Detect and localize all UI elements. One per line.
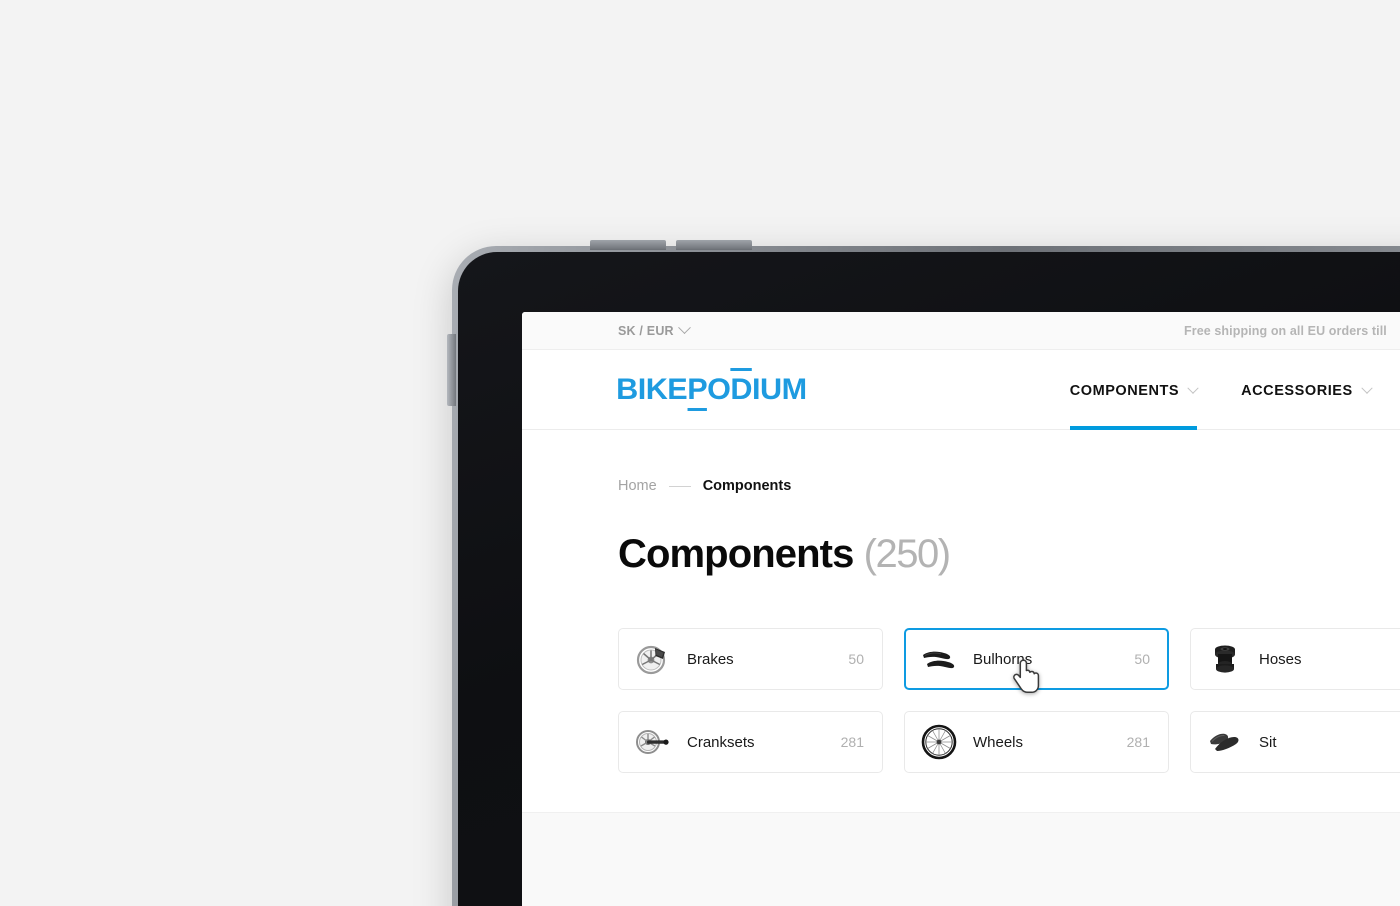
volume-down-button[interactable] [676,240,752,250]
nav-item-accessories[interactable]: ACCESSORIES [1241,350,1373,429]
breadcrumb: Home Components [618,478,1400,494]
logo-part-d: D [730,367,753,406]
category-card-hoses[interactable]: Hoses [1190,628,1400,690]
logo-link[interactable]: BIKEPODIUM [616,350,807,429]
category-count: 50 [1134,651,1150,667]
top-utility-bar: SK / EUR Free shipping on all EU orders … [522,312,1400,350]
primary-nav: COMPONENTS ACCESSORIES [1069,350,1373,430]
bulhorn-bar-icon [919,639,959,679]
category-grid: Brakes 50 Bulhorns 50 Hoses Cranksets 28… [618,628,1400,773]
nav-label-components: COMPONENTS [1069,382,1180,399]
breadcrumb-current: Components [702,478,792,494]
nav-label-accessories: ACCESSORIES [1241,382,1353,399]
category-label: Sit [1259,733,1277,751]
nav-item-components[interactable]: COMPONENTS [1069,350,1199,430]
logo-part-p: P [687,372,708,411]
hose-fitting-icon [1205,639,1245,679]
brake-rotor-icon [633,639,673,679]
chevron-down-icon [677,321,691,335]
category-count: 281 [1126,734,1150,750]
locale-selector[interactable]: SK / EUR [618,321,691,338]
scene: SK / EUR Free shipping on all EU orders … [0,0,1400,906]
breadcrumb-home[interactable]: Home [618,478,657,494]
category-label: Brakes [687,650,734,668]
page-title: Components (250) [618,534,1400,574]
wheel-icon [919,722,959,762]
category-label: Bulhorns [973,650,1033,668]
chevron-down-icon [1361,382,1373,394]
tablet-device: SK / EUR Free shipping on all EU orders … [447,240,1400,906]
category-label: Cranksets [687,733,755,751]
breadcrumb-separator [668,485,691,487]
website-viewport: SK / EUR Free shipping on all EU orders … [522,312,1400,906]
logo-part-ium: IUM [752,372,807,406]
logo-part-o: O [707,372,731,406]
category-label: Hoses [1259,650,1302,668]
promo-message: Free shipping on all EU orders till [1184,323,1387,338]
power-button[interactable] [447,334,456,406]
site-header: BIKEPODIUM COMPONENTS ACCESSORIES [522,350,1400,430]
locale-label: SK / EUR [618,323,674,338]
category-count: 50 [848,651,864,667]
crankset-icon [633,722,673,762]
category-card-sit[interactable]: Sit [1190,711,1400,773]
category-card-cranksets[interactable]: Cranksets 281 [618,711,883,773]
chevron-down-icon [1187,382,1199,394]
category-label: Wheels [973,733,1024,751]
page-title-text: Components [618,532,854,576]
volume-up-button[interactable] [590,240,666,250]
lower-section-band [522,812,1400,906]
category-card-wheels[interactable]: Wheels 281 [904,711,1169,773]
category-card-brakes[interactable]: Brakes 50 [618,628,883,690]
page-title-count: (250) [863,532,951,576]
logo-part-bike: BIKE [616,372,688,406]
bikepodium-logo: BIKEPODIUM [616,367,807,411]
device-screen: SK / EUR Free shipping on all EU orders … [522,312,1400,906]
saddle-icon [1205,722,1245,762]
category-count: 281 [840,734,864,750]
category-card-bulhorns[interactable]: Bulhorns 50 [904,628,1169,690]
